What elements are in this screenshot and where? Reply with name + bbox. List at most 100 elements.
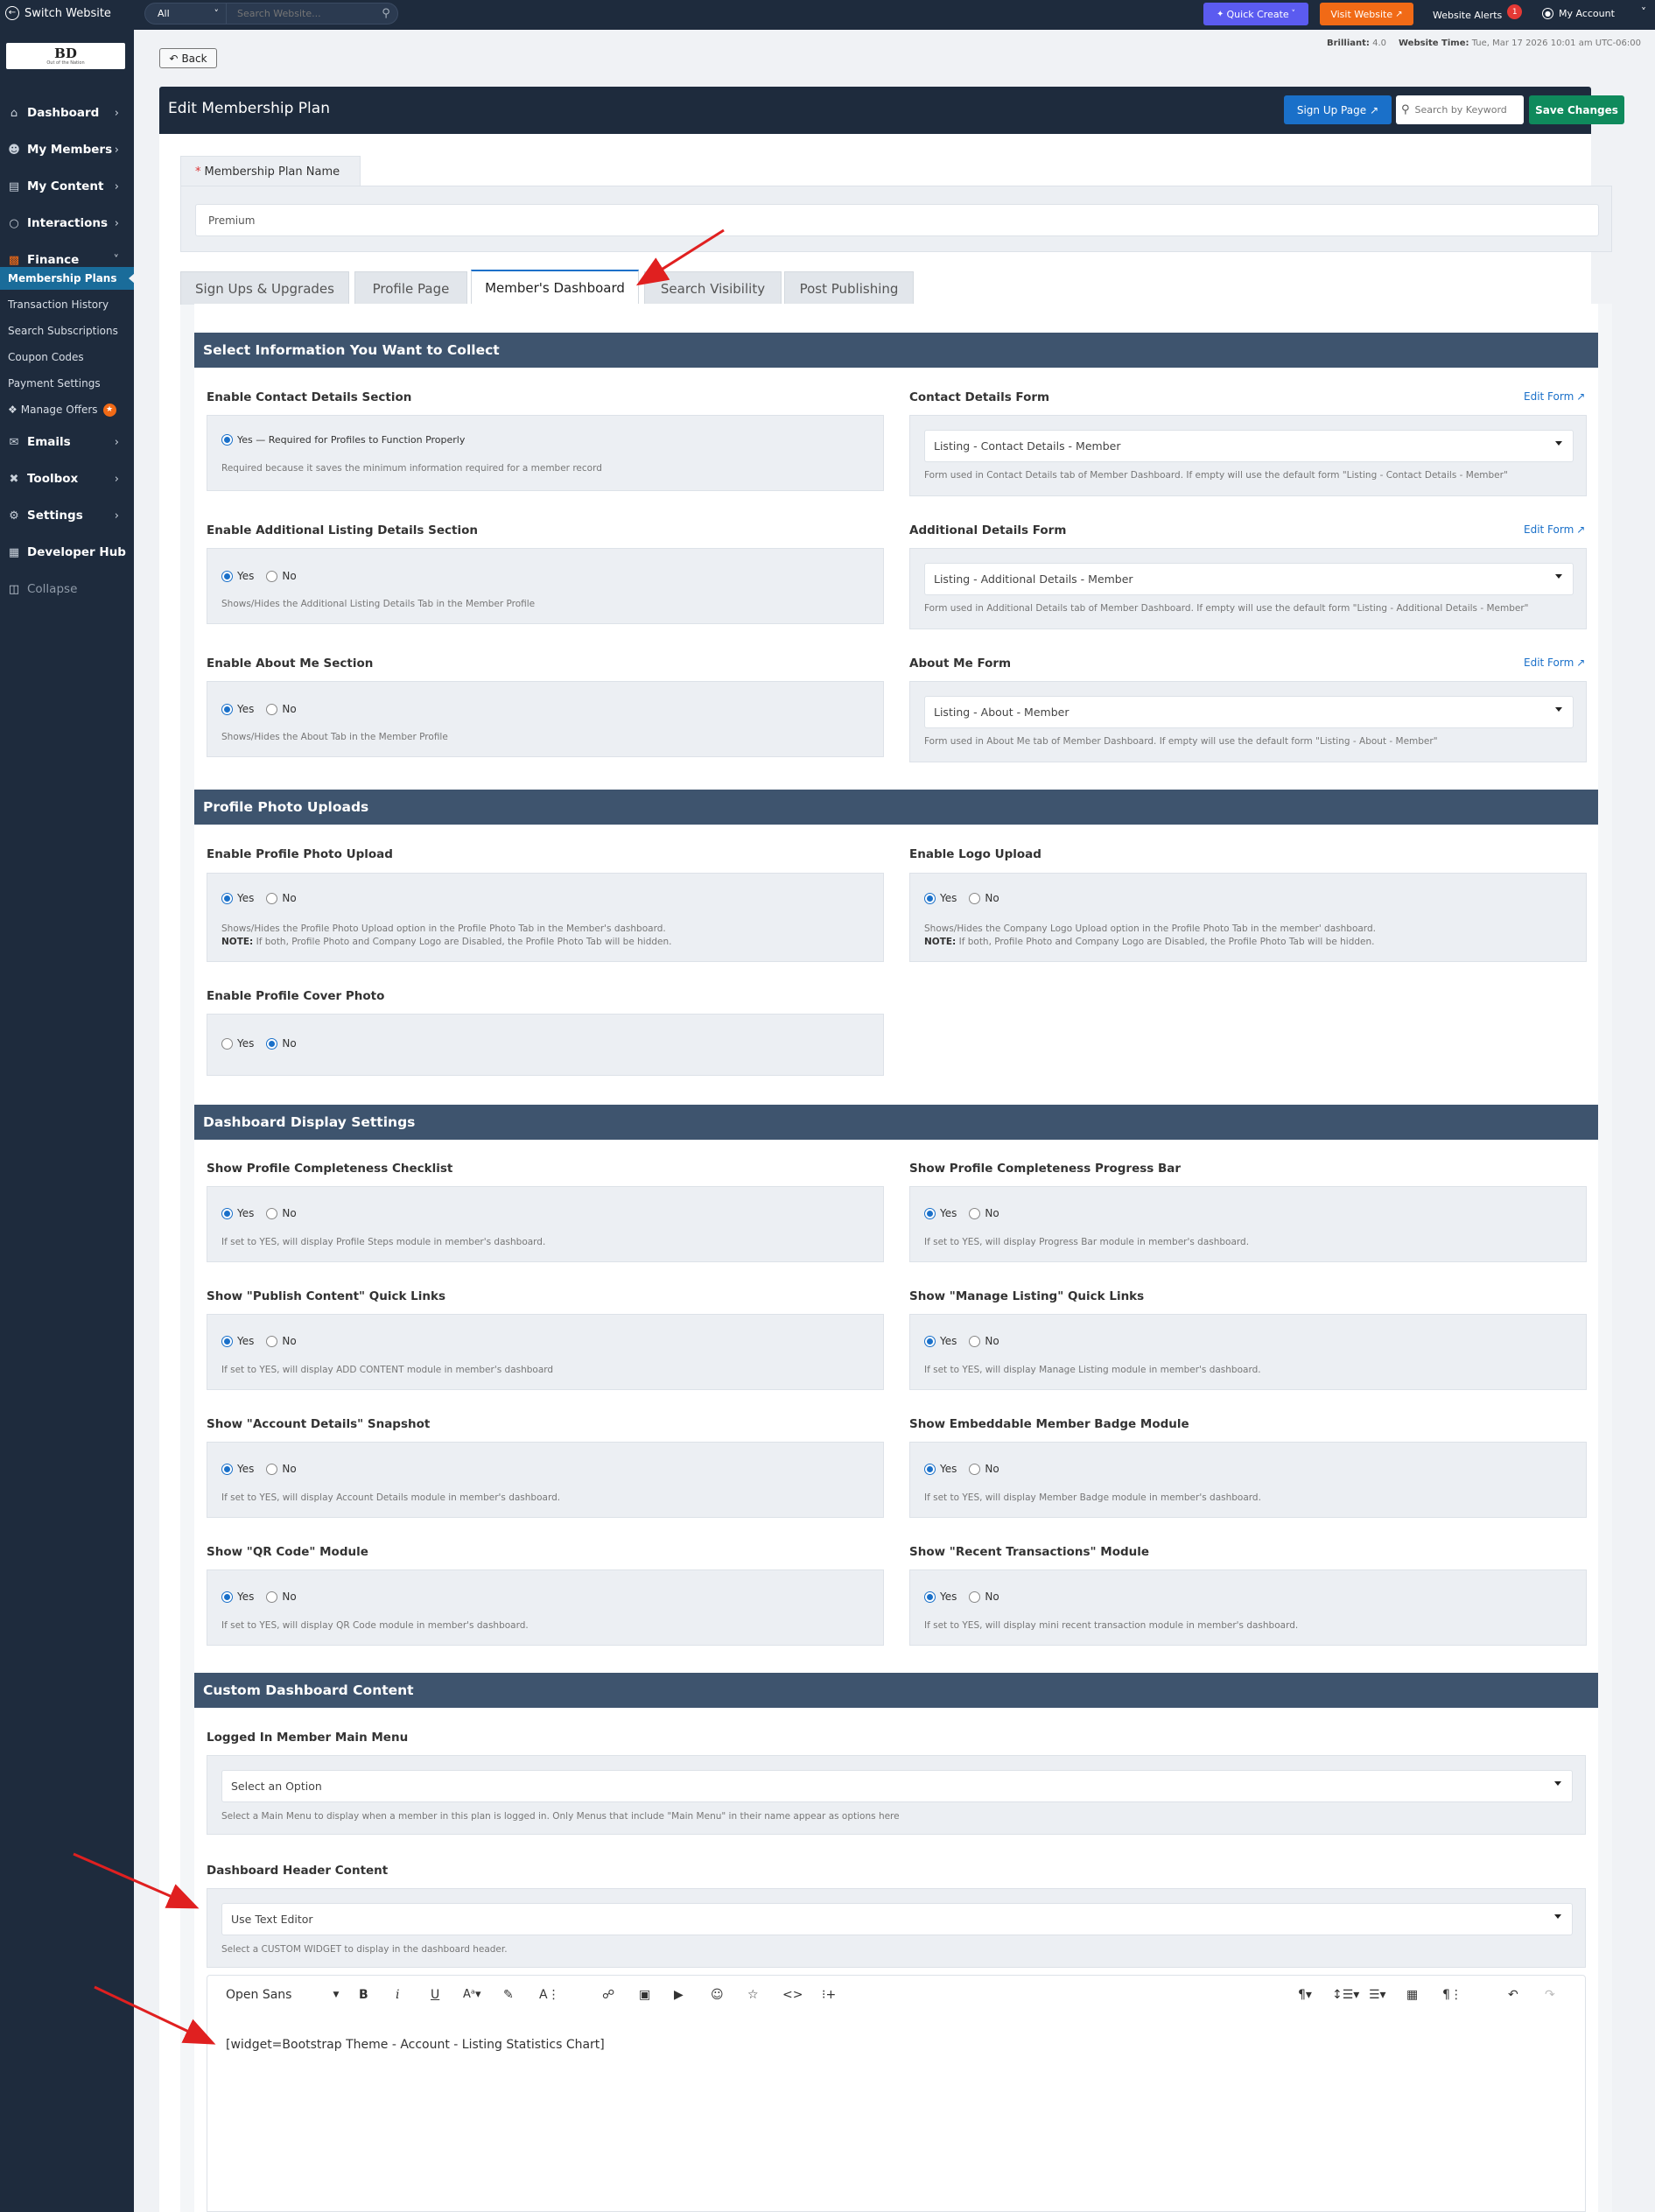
yes-radio[interactable]: [221, 434, 233, 446]
sign-up-page-button[interactable]: Sign Up Page ↗: [1284, 95, 1392, 124]
sidebar-item-dashboard[interactable]: ⌂ Dashboard ›: [0, 100, 134, 126]
text-style-icon[interactable]: A⋮: [539, 1988, 560, 2002]
undo-icon[interactable]: ↶: [1508, 1988, 1518, 2002]
switch-website-button[interactable]: ← Switch Website: [5, 6, 111, 20]
sidebar-item-manage-offers[interactable]: ❖ Manage Offers ★: [0, 398, 134, 421]
cover-photo-box: Yes No: [207, 1014, 884, 1076]
site-logo[interactable]: BD Out of the Nation: [6, 43, 125, 69]
save-changes-button[interactable]: Save Changes: [1529, 95, 1624, 124]
code-icon[interactable]: <>: [782, 1988, 803, 2002]
yes-radio[interactable]: [221, 892, 233, 904]
no-radio[interactable]: [266, 703, 278, 715]
sidebar-item-toolbox[interactable]: ✖ Toolbox ›: [0, 466, 134, 492]
page-header: Edit Membership Plan Sign Up Page ↗ ⚲ Sa…: [159, 87, 1624, 134]
link-icon[interactable]: ☍: [602, 1988, 614, 2002]
edit-form-link[interactable]: Edit Form ↗: [1524, 390, 1585, 403]
field-label: Enable About Me Section: [207, 657, 374, 671]
paragraph-format-icon[interactable]: ¶▾: [1298, 1988, 1312, 2002]
yes-radio[interactable]: [221, 570, 233, 582]
keyword-search-input[interactable]: [1414, 104, 1511, 116]
tab-profile-page[interactable]: Profile Page: [354, 271, 467, 305]
website-alerts-button[interactable]: Website Alerts 1: [1433, 4, 1523, 23]
no-radio[interactable]: [266, 892, 278, 904]
yes-radio[interactable]: [221, 1463, 233, 1475]
header-content-select[interactable]: Use Text Editor: [221, 1903, 1573, 1935]
insert-icon[interactable]: ⁝+: [822, 1988, 836, 2002]
about-form-select[interactable]: Listing - About - Member: [924, 696, 1574, 728]
emoji-icon[interactable]: ☺: [711, 1988, 724, 2002]
no-radio[interactable]: [969, 1207, 981, 1219]
yes-radio[interactable]: [221, 1037, 233, 1050]
redo-icon[interactable]: ↷: [1545, 1988, 1555, 2002]
star-icon[interactable]: ☆: [747, 1988, 759, 2002]
sidebar-item-transaction-history[interactable]: Transaction History: [0, 293, 134, 316]
yes-radio[interactable]: [924, 892, 936, 904]
my-account-button[interactable]: ● My Account: [1542, 8, 1615, 19]
yes-radio[interactable]: [924, 1207, 936, 1219]
contact-form-select[interactable]: Listing - Contact Details - Member: [924, 430, 1574, 462]
keyword-search[interactable]: ⚲: [1396, 95, 1524, 124]
sidebar-item-my-members[interactable]: ☻ My Members ›: [0, 137, 134, 163]
yes-radio[interactable]: [924, 1463, 936, 1475]
section-custom-header: Custom Dashboard Content: [194, 1673, 1598, 1708]
line-height-icon[interactable]: ↕☰▾: [1332, 1988, 1359, 2002]
image-icon[interactable]: ▣: [639, 1988, 650, 2002]
visit-website-button[interactable]: Visit Website ↗: [1320, 3, 1413, 25]
website-search-input[interactable]: [226, 4, 375, 24]
no-radio[interactable]: [266, 1335, 278, 1347]
sidebar-item-my-content[interactable]: ▤ My Content ›: [0, 173, 134, 200]
chevron-down-icon[interactable]: ˅: [1641, 6, 1646, 18]
no-radio[interactable]: [969, 1591, 981, 1603]
about-section-box: Yes No Shows/Hides the About Tab in the …: [207, 681, 884, 757]
additional-form-select[interactable]: Listing - Additional Details - Member: [924, 563, 1574, 595]
no-radio[interactable]: [969, 1463, 981, 1475]
sidebar-item-developer-hub[interactable]: ▦ Developer Hub: [0, 539, 134, 565]
edit-form-link[interactable]: Edit Form ↗: [1524, 523, 1585, 536]
tab-sign-ups-upgrades[interactable]: Sign Ups & Upgrades: [180, 271, 349, 305]
yes-radio[interactable]: [221, 1207, 233, 1219]
yes-radio[interactable]: [924, 1591, 936, 1603]
sidebar-item-interactions[interactable]: ○ Interactions ›: [0, 210, 134, 236]
yes-radio[interactable]: [221, 703, 233, 715]
font-size-icon[interactable]: Aᵃ▾: [463, 1988, 481, 2001]
editor-content[interactable]: [widget=Bootstrap Theme - Account - List…: [226, 2038, 605, 2052]
tab-post-publishing[interactable]: Post Publishing: [784, 271, 914, 305]
sidebar-item-payment-settings[interactable]: Payment Settings: [0, 372, 134, 395]
sidebar-item-emails[interactable]: ✉ Emails ›: [0, 429, 134, 455]
table-icon[interactable]: ▦: [1406, 1988, 1418, 2002]
text-color-icon[interactable]: ✎: [503, 1988, 514, 2002]
no-radio[interactable]: [266, 570, 278, 582]
main-menu-select[interactable]: Select an Option: [221, 1770, 1573, 1802]
no-radio[interactable]: [266, 1591, 278, 1603]
align-icon[interactable]: ☰▾: [1369, 1988, 1386, 2002]
italic-icon[interactable]: i: [396, 1988, 399, 2002]
bold-icon[interactable]: B: [359, 1988, 368, 2002]
no-radio[interactable]: [266, 1207, 278, 1219]
search-icon[interactable]: ⚲: [375, 7, 397, 20]
yes-radio[interactable]: [924, 1335, 936, 1347]
sidebar-item-search-subscriptions[interactable]: Search Subscriptions: [0, 320, 134, 342]
sidebar-collapse-button[interactable]: ◫ Collapse: [0, 576, 134, 602]
sidebar-item-membership-plans[interactable]: Membership Plans: [0, 267, 135, 290]
edit-form-link[interactable]: Edit Form ↗: [1524, 657, 1585, 669]
sidebar-item-settings[interactable]: ⚙ Settings ›: [0, 502, 134, 529]
plan-name-input[interactable]: Premium: [195, 204, 1599, 236]
font-family-select[interactable]: Open Sans ▼: [226, 1988, 339, 2002]
yes-radio[interactable]: [221, 1591, 233, 1603]
paragraph-icon[interactable]: ¶⋮: [1442, 1988, 1462, 2002]
quick-create-button[interactable]: ✦ Quick Create ˅: [1203, 3, 1308, 25]
video-icon[interactable]: ▶: [674, 1988, 684, 2002]
no-radio[interactable]: [969, 1335, 981, 1347]
no-radio[interactable]: [266, 1037, 278, 1050]
tab-members-dashboard[interactable]: Member's Dashboard: [471, 270, 639, 305]
search-category-select[interactable]: All ˅: [145, 8, 226, 19]
yes-radio[interactable]: [221, 1335, 233, 1347]
no-radio[interactable]: [266, 1463, 278, 1475]
no-radio[interactable]: [969, 892, 981, 904]
sidebar-item-coupon-codes[interactable]: Coupon Codes: [0, 346, 134, 369]
tab-search-visibility[interactable]: Search Visibility: [644, 271, 782, 305]
search-icon: ⚲: [1401, 103, 1410, 116]
back-button[interactable]: ↶ Back: [159, 48, 217, 68]
field-label: Dashboard Header Content: [207, 1864, 389, 1878]
underline-icon[interactable]: U: [431, 1988, 439, 2002]
